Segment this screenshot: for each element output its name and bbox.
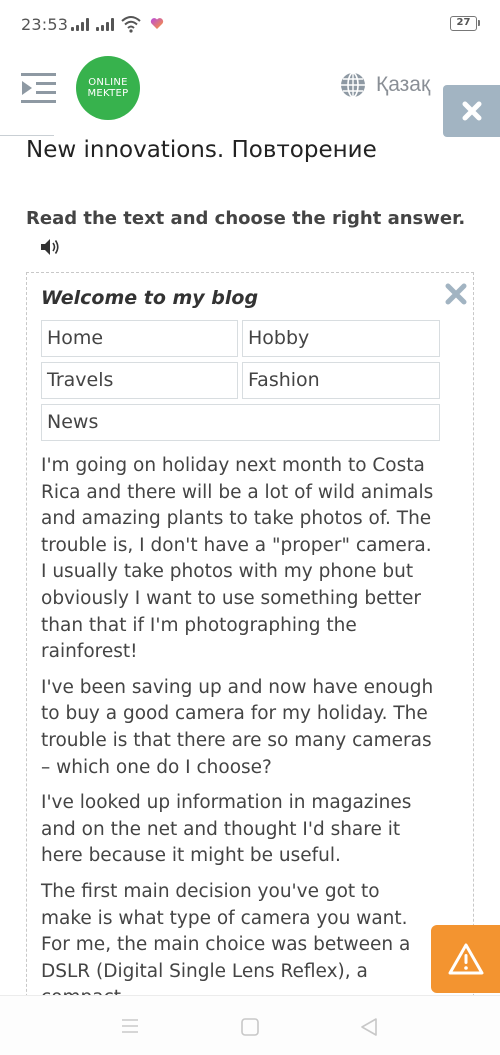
back-icon[interactable] bbox=[360, 1018, 378, 1036]
report-problem-button[interactable] bbox=[431, 925, 500, 993]
blog-card: Welcome to my blog Home Hobby Travels Fa… bbox=[26, 272, 474, 1032]
online-mektep-logo[interactable]: ONLINE MEKTEP bbox=[76, 56, 140, 120]
logo-line1: ONLINE bbox=[88, 77, 128, 88]
blog-paragraph: I've looked up information in magazines … bbox=[41, 792, 412, 867]
signal-icon bbox=[96, 17, 118, 31]
speaker-icon[interactable] bbox=[40, 238, 60, 256]
blog-nav-hobby[interactable]: Hobby bbox=[242, 320, 440, 357]
header-divider bbox=[0, 135, 54, 136]
blog-nav-home[interactable]: Home bbox=[41, 320, 238, 357]
status-bar: 23:53 27 bbox=[0, 0, 500, 50]
recents-icon[interactable] bbox=[121, 1018, 139, 1034]
blog-paragraph: I've been saving up and now have enough … bbox=[41, 676, 434, 778]
blog-nav-news[interactable]: News bbox=[41, 404, 440, 441]
close-lesson-button[interactable] bbox=[443, 85, 500, 137]
language-label: Қазақ bbox=[376, 73, 431, 96]
home-icon[interactable] bbox=[241, 1018, 259, 1036]
signal-icon bbox=[71, 17, 93, 31]
battery-icon: 27 bbox=[450, 16, 480, 31]
blog-nav-travels[interactable]: Travels bbox=[41, 362, 238, 399]
blog-nav-fashion[interactable]: Fashion bbox=[242, 362, 440, 399]
task-instruction: Read the text and choose the right answe… bbox=[26, 208, 466, 229]
app-header: ONLINE MEKTEP Қазақ bbox=[0, 50, 500, 137]
heart-app-icon bbox=[150, 18, 164, 29]
blog-title: Welcome to my blog bbox=[41, 287, 259, 309]
blog-paragraph: I'm going on holiday next month to Costa… bbox=[41, 455, 434, 663]
wifi-icon bbox=[121, 16, 141, 33]
system-nav-bar bbox=[0, 995, 500, 1055]
globe-icon bbox=[341, 72, 365, 98]
battery-level: 27 bbox=[456, 17, 471, 28]
logo-line2: MEKTEP bbox=[87, 88, 129, 99]
page-title: New innovations. Повторение bbox=[26, 137, 377, 163]
warning-icon bbox=[448, 943, 483, 975]
status-time: 23:53 bbox=[21, 15, 69, 34]
close-icon bbox=[462, 101, 481, 121]
close-icon[interactable] bbox=[445, 283, 467, 305]
menu-expand-icon[interactable] bbox=[21, 72, 56, 104]
language-selector[interactable]: Қазақ bbox=[340, 72, 430, 98]
blog-paragraph: The first main decision you've got to ma… bbox=[41, 880, 411, 1008]
blog-content: I'm going on holiday next month to Costa… bbox=[41, 453, 436, 1021]
